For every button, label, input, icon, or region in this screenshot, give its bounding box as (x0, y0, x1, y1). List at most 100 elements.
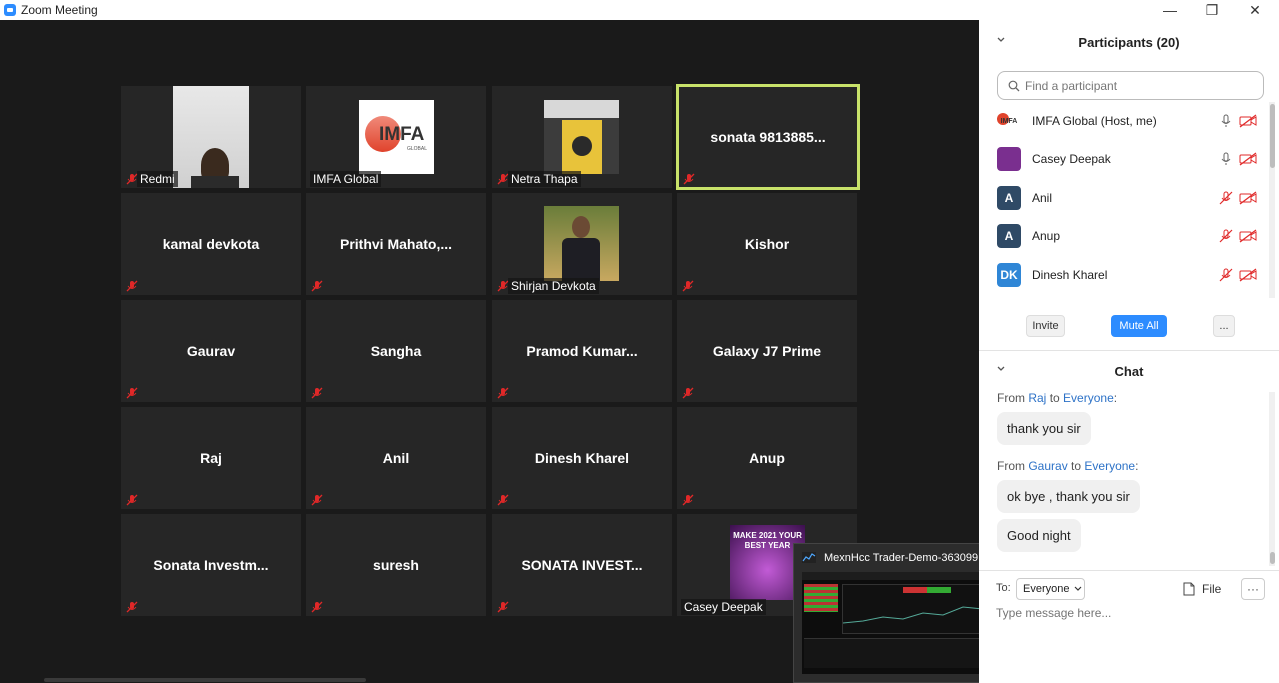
to-label: To: (996, 582, 1011, 594)
mic-muted-icon[interactable] (1219, 229, 1233, 243)
video-tile[interactable]: Prithvi Mahato,... (306, 193, 486, 295)
chat-more-button[interactable]: ··· (1241, 578, 1265, 600)
video-tile[interactable]: Sonata Investm... (121, 514, 301, 616)
participants-more-button[interactable]: ... (1213, 315, 1235, 337)
close-button[interactable]: ✕ (1235, 0, 1275, 20)
chat-message-meta: From Raj to Everyone: (997, 391, 1117, 405)
video-tile[interactable]: Anil (306, 407, 486, 509)
video-tile[interactable]: Gaurav (121, 300, 301, 402)
chat-scroll-thumb[interactable] (1270, 552, 1275, 564)
participant-name: IMFA Global (Host, me) (1032, 114, 1157, 128)
avatar-text: IMFA (1000, 117, 1018, 125)
participant-video (173, 86, 249, 188)
mic-muted-icon (311, 387, 323, 399)
video-tile[interactable]: Netra Thapa (492, 86, 672, 188)
participant-name: Dinesh Kharel (1032, 268, 1108, 282)
video-tile[interactable]: Redmi (121, 86, 301, 188)
video-tile[interactable]: Shirjan Devkota (492, 193, 672, 295)
video-tile[interactable]: kamal devkota (121, 193, 301, 295)
participant-label: Shirjan Devkota (508, 278, 599, 294)
participant-name: Dinesh Kharel (534, 450, 630, 466)
invite-button[interactable]: Invite (1026, 315, 1065, 337)
restore-button[interactable]: ❐ (1192, 0, 1232, 20)
mic-icon[interactable] (1219, 152, 1233, 166)
video-tile[interactable]: Sangha (306, 300, 486, 402)
zoom-logo-icon (4, 4, 16, 16)
mic-muted-icon (497, 601, 509, 613)
video-tile[interactable]: IMFA GLOBAL IMFA Global (306, 86, 486, 188)
video-tile[interactable]: Kishor (677, 193, 857, 295)
participant-label: Casey Deepak (681, 599, 766, 615)
participant-list: IMFA IMFA Global (Host, me) Casey Deepak… (979, 102, 1269, 292)
video-off-icon[interactable] (1239, 114, 1257, 128)
recipient-name[interactable]: Everyone (1063, 391, 1114, 405)
participant-name: kamal devkota (162, 236, 260, 252)
sender-name[interactable]: Gaurav (1028, 459, 1067, 473)
chat-title: Chat (1114, 363, 1144, 379)
chat-message-bubble: ok bye , thank you sir (997, 480, 1140, 513)
participant-search[interactable]: Find a participant (997, 71, 1264, 100)
video-tile[interactable]: Anup (677, 407, 857, 509)
chevron-down-icon (1075, 586, 1082, 591)
participant-name: Pramod Kumar... (526, 343, 638, 359)
meta-suffix: : (1135, 459, 1139, 473)
participant-row[interactable]: DK Dinesh Kharel (979, 256, 1269, 292)
video-tile-active-speaker[interactable]: sonata 9813885... (676, 84, 860, 190)
participants-title: Participants (20) (1078, 34, 1180, 50)
recipient-select[interactable]: Everyone (1016, 578, 1085, 600)
chat-message-input[interactable] (996, 606, 1256, 620)
mic-muted-icon (126, 280, 138, 292)
video-off-icon[interactable] (1239, 229, 1257, 243)
chat-message-bubble: thank you sir (997, 412, 1091, 445)
avatar: IMFA (997, 109, 1021, 133)
meta-from-prefix: From (997, 391, 1029, 405)
participant-name: Anil (382, 450, 410, 466)
video-tile[interactable]: Pramod Kumar... (492, 300, 672, 402)
participant-name: Kishor (744, 236, 790, 252)
mic-muted-icon[interactable] (1219, 268, 1233, 282)
participant-name: Prithvi Mahato,... (339, 236, 452, 252)
participant-name: Galaxy J7 Prime (712, 343, 822, 359)
participant-row[interactable]: IMFA IMFA Global (Host, me) (979, 102, 1269, 140)
participant-name: Raj (200, 450, 222, 466)
participant-name: Anup (1032, 229, 1061, 243)
recipient-name[interactable]: Everyone (1084, 459, 1135, 473)
video-off-icon[interactable] (1239, 152, 1257, 166)
mic-muted-icon (311, 601, 323, 613)
meta-from-prefix: From (997, 459, 1029, 473)
participant-row[interactable]: Casey Deepak (979, 140, 1269, 178)
video-tile[interactable]: Galaxy J7 Prime (677, 300, 857, 402)
side-panel: Participants (20) Find a participant IMF… (979, 20, 1279, 683)
video-off-icon[interactable] (1239, 268, 1257, 282)
meta-to-prefix: to (1046, 391, 1064, 405)
trader-window-thumbnail[interactable]: MexnHcc Trader-Demo-363099 (793, 543, 995, 683)
horizontal-scrollbar[interactable] (44, 678, 366, 682)
chat-message-meta: From Gaurav to Everyone: (997, 459, 1138, 473)
chevron-down-icon[interactable] (996, 364, 1006, 374)
mute-all-button[interactable]: Mute All (1111, 315, 1167, 337)
search-placeholder: Find a participant (1025, 78, 1118, 93)
mic-muted-icon (311, 280, 323, 292)
participant-row[interactable]: A Anil (979, 179, 1269, 217)
mic-muted-icon (682, 387, 694, 399)
mic-muted-icon (497, 387, 509, 399)
participant-row[interactable]: A Anup (979, 217, 1269, 255)
minimize-button[interactable]: — (1150, 0, 1190, 20)
video-off-icon[interactable] (1239, 191, 1257, 205)
mic-muted-icon[interactable] (1219, 191, 1233, 205)
sender-name[interactable]: Raj (1028, 391, 1046, 405)
mic-icon[interactable] (1219, 114, 1233, 128)
video-tile[interactable]: suresh (306, 514, 486, 616)
trader-screenshot (802, 572, 988, 674)
video-tile[interactable]: SONATA INVEST... (492, 514, 672, 616)
file-button[interactable]: File (1183, 578, 1221, 600)
mic-muted-icon (683, 173, 695, 185)
video-tile[interactable]: Raj (121, 407, 301, 509)
chat-scrollbar[interactable] (1269, 392, 1275, 566)
chevron-down-icon[interactable] (996, 35, 1006, 45)
participants-scroll-thumb[interactable] (1270, 104, 1275, 168)
avatar: A (997, 186, 1021, 210)
video-tile[interactable]: Dinesh Kharel (492, 407, 672, 509)
search-icon (1008, 80, 1020, 91)
mic-muted-icon (311, 494, 323, 506)
